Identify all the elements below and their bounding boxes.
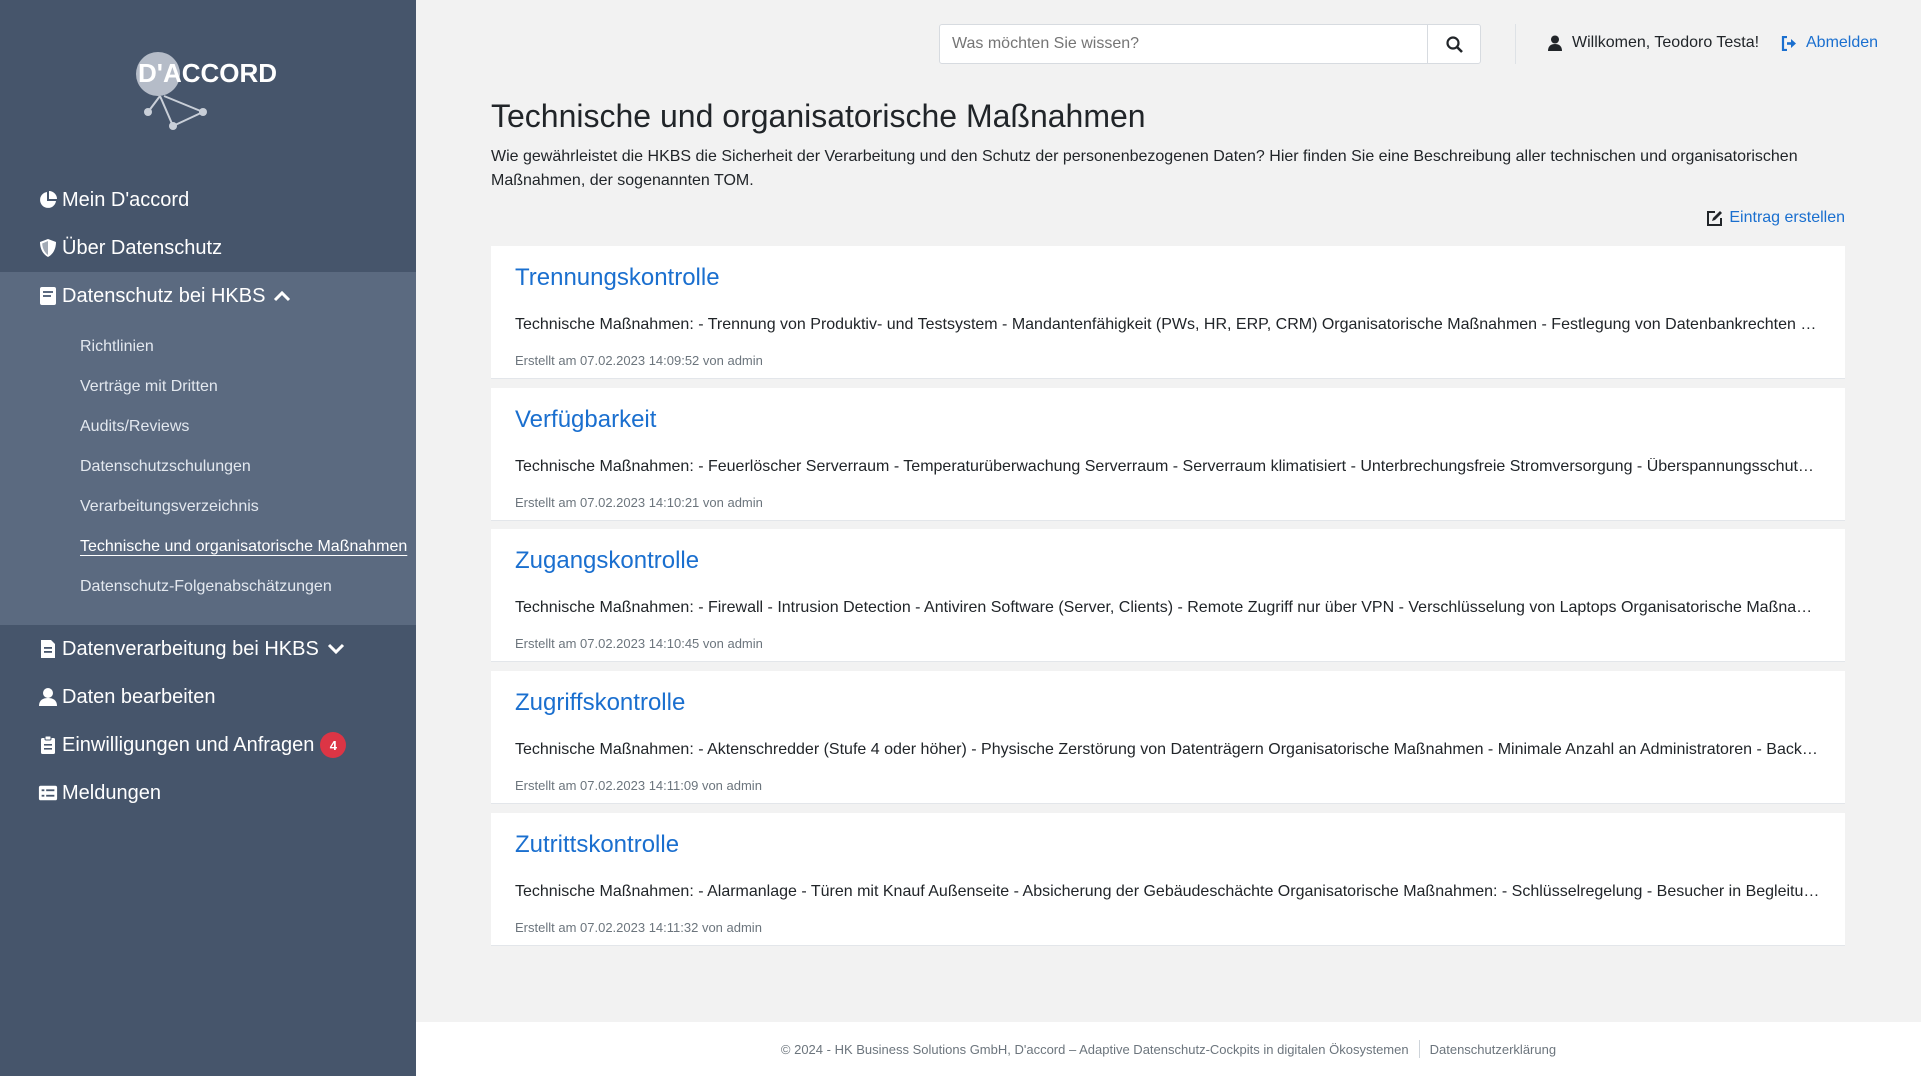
- user-icon: [38, 687, 58, 707]
- page-title: Technische und organisatorische Maßnahme…: [491, 98, 1146, 134]
- notification-badge: 4: [320, 732, 347, 758]
- page-intro: Wie gewährleistet die HKBS die Sicherhei…: [491, 148, 1798, 189]
- submenu-item-verarbeitungsverzeichnis[interactable]: Verarbeitungsverzeichnis: [80, 498, 259, 516]
- entry-title[interactable]: Zugangskontrolle: [515, 547, 699, 575]
- search-bar: [939, 24, 1481, 64]
- create-entry-link[interactable]: Eintrag erstellen: [1706, 209, 1845, 227]
- welcome-text: Willkomen, Teodoro Testa!: [1572, 34, 1760, 51]
- entry-meta: Erstellt am 07.02.2023 14:10:45 von admi…: [515, 636, 763, 651]
- entry-title[interactable]: Verfügbarkeit: [515, 406, 656, 434]
- entry-description: Technische Maßnahmen: - Alarmanlage - Tü…: [515, 883, 1821, 900]
- submenu-item-schulungen[interactable]: Datenschutzschulungen: [80, 458, 251, 476]
- sidebar-item-label: Meldungen: [62, 781, 161, 804]
- list-icon: [38, 783, 58, 803]
- logout-label: Abmelden: [1806, 34, 1879, 51]
- search-input[interactable]: [940, 25, 1430, 63]
- svg-text:D'ACCORD: D'ACCORD: [138, 58, 277, 88]
- footer-copyright: © 2024 - HK Business Solutions GmbH, D'a…: [780, 1041, 1409, 1057]
- clipboard-icon: [38, 735, 58, 755]
- entry-meta: Erstellt am 07.02.2023 14:11:09 von admi…: [515, 778, 762, 793]
- tom-entry-card: Zutrittskontrolle Technische Maßnahmen: …: [491, 813, 1845, 946]
- sidebar-item-label: Über Datenschutz: [62, 236, 223, 259]
- user-icon: [1548, 35, 1562, 51]
- privacy-link[interactable]: Datenschutzerklärung: [1430, 1042, 1556, 1057]
- sidebar-item-label: Einwilligungen und Anfragen: [62, 733, 315, 756]
- submenu-item-folgenabschaetzungen[interactable]: Datenschutz-Folgenabschätzungen: [80, 578, 332, 596]
- book-icon: [38, 286, 58, 306]
- entry-description: Technische Maßnahmen: - Firewall - Intru…: [515, 599, 1821, 616]
- sidebar-item-ueber-datenschutz[interactable]: Über Datenschutz: [0, 224, 416, 272]
- shield-icon: [38, 238, 58, 258]
- submenu-item-richtlinien[interactable]: Richtlinien: [80, 338, 154, 356]
- sign-out-icon: [1781, 35, 1796, 51]
- logout-link[interactable]: Abmelden: [1781, 34, 1878, 52]
- tom-entry-card: Zugangskontrolle Technische Maßnahmen: -…: [491, 529, 1845, 662]
- entry-description: Technische Maßnahmen: - Aktenschredder (…: [515, 741, 1821, 758]
- tom-entry-card: Trennungskontrolle Technische Maßnahmen:…: [491, 246, 1845, 379]
- entry-meta: Erstellt am 07.02.2023 14:09:52 von admi…: [515, 353, 763, 368]
- tom-entry-card: Zugriffskontrolle Technische Maßnahmen: …: [491, 671, 1845, 804]
- entry-title[interactable]: Zugriffskontrolle: [515, 689, 685, 717]
- search-icon: [1445, 35, 1463, 53]
- welcome-message: Willkomen, Teodoro Testa!: [1548, 34, 1759, 52]
- sidebar: D'ACCORD Mein D'accord Über Datenschutz …: [0, 0, 416, 1076]
- sidebar-item-meldungen[interactable]: Meldungen: [0, 769, 416, 817]
- sidebar-item-mein-daccord[interactable]: Mein D'accord: [0, 176, 416, 224]
- document-icon: [38, 639, 58, 659]
- submenu-item-tom[interactable]: Technische und organisatorische Maßnahme…: [80, 538, 407, 556]
- submenu-item-audits[interactable]: Audits/Reviews: [80, 418, 189, 436]
- sidebar-item-label: Daten bearbeiten: [62, 685, 216, 708]
- sidebar-item-label: Datenverarbeitung bei HKBS: [62, 637, 319, 660]
- entry-description: Technische Maßnahmen: - Feuerlöscher Ser…: [515, 458, 1821, 475]
- tom-entry-card: Verfügbarkeit Technische Maßnahmen: - Fe…: [491, 388, 1845, 521]
- chevron-down-icon: [327, 643, 345, 655]
- pie-chart-icon: [38, 190, 58, 210]
- entry-title[interactable]: Trennungskontrolle: [515, 264, 720, 292]
- entry-meta: Erstellt am 07.02.2023 14:11:32 von admi…: [515, 920, 762, 935]
- chevron-up-icon: [273, 290, 291, 302]
- sidebar-item-daten-bearbeiten[interactable]: Daten bearbeiten: [0, 673, 416, 721]
- entry-meta: Erstellt am 07.02.2023 14:10:21 von admi…: [515, 495, 763, 510]
- header-divider: [1515, 24, 1516, 64]
- entry-description: Technische Maßnahmen: - Trennung von Pro…: [515, 316, 1821, 333]
- entry-title[interactable]: Zutrittskontrolle: [515, 831, 679, 859]
- sidebar-item-label: Datenschutz bei HKBS: [62, 284, 266, 307]
- sidebar-item-datenschutz-bei-hkbs[interactable]: Datenschutz bei HKBS: [0, 272, 416, 320]
- footer: © 2024 - HK Business Solutions GmbH, D'a…: [416, 1022, 1921, 1076]
- search-button[interactable]: [1427, 25, 1480, 63]
- sidebar-item-label: Mein D'accord: [62, 188, 190, 211]
- create-entry-label: Eintrag erstellen: [1729, 209, 1845, 226]
- edit-icon: [1707, 210, 1723, 226]
- submenu-item-vertraege[interactable]: Verträge mit Dritten: [80, 378, 218, 396]
- submenu-datenschutz: Richtlinien Verträge mit Dritten Audits/…: [0, 319, 416, 625]
- footer-divider: [1418, 1040, 1420, 1058]
- sidebar-item-datenverarbeitung[interactable]: Datenverarbeitung bei HKBS: [0, 625, 416, 673]
- daccord-logo[interactable]: D'ACCORD: [128, 40, 288, 140]
- sidebar-item-einwilligungen[interactable]: Einwilligungen und Anfragen 4: [0, 721, 416, 769]
